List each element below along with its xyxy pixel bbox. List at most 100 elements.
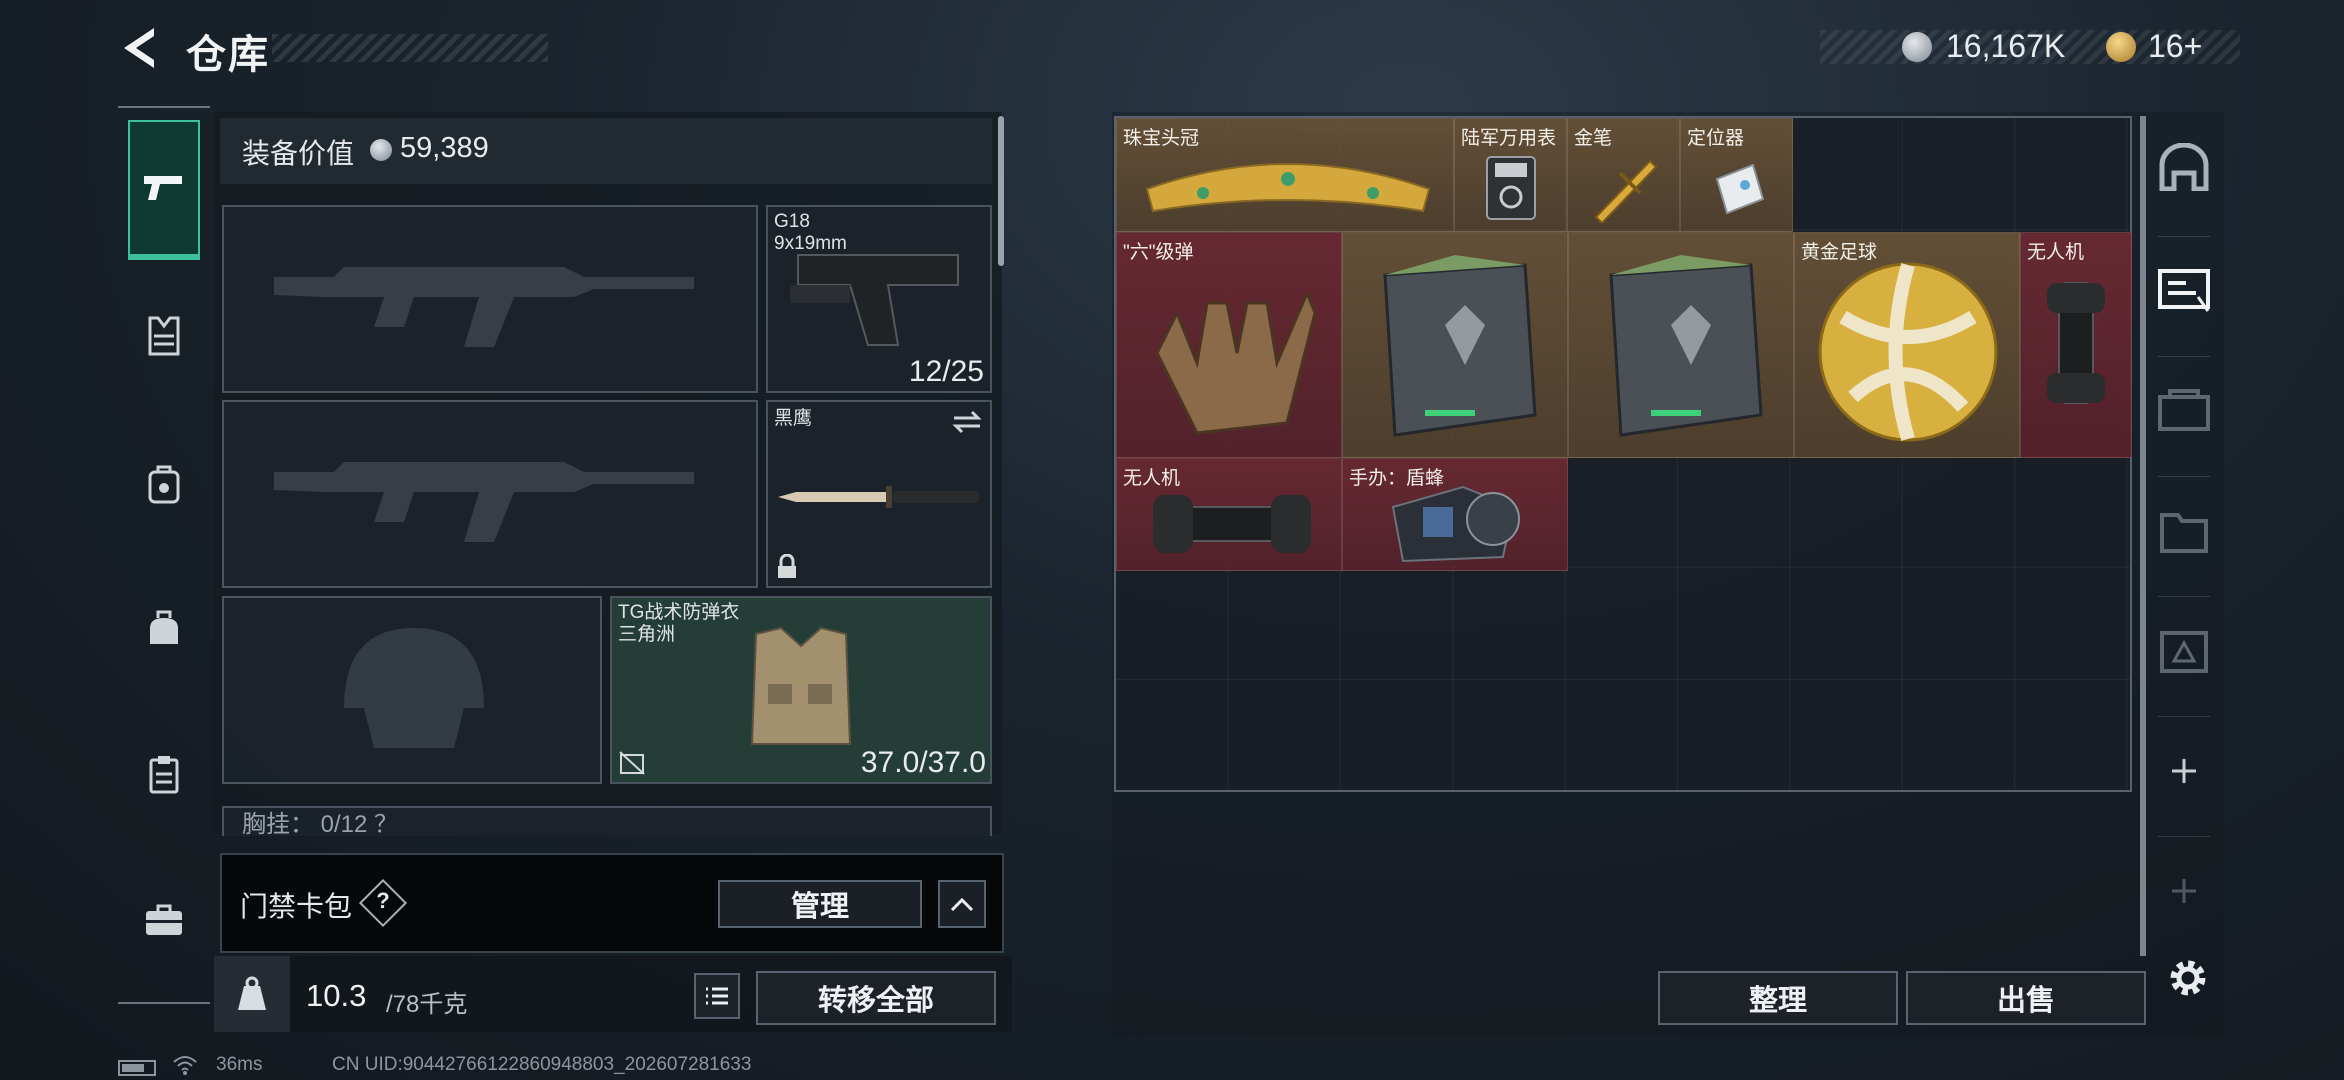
storage-tab-4[interactable] [2142, 476, 2226, 586]
stash-grid: 珠宝头冠 陆军万用表 金笔 定位器 "六"级弹 黄金足球 无人机 无人机 手办：… [1114, 116, 2132, 792]
kit-icon [2160, 631, 2208, 673]
folder-icon [2160, 513, 2208, 553]
lock-icon [778, 554, 796, 578]
stash-item[interactable]: 无人机 [2020, 232, 2132, 458]
wifi-icon [173, 1056, 197, 1075]
card-icon [2158, 269, 2210, 312]
sidebar-item-weapons[interactable] [128, 120, 200, 260]
uid-text: CN UID:90442766122860948803_202607281633 [332, 1054, 752, 1075]
chest-rig-slot[interactable]: 胸挂： 0/12 ？ [222, 806, 992, 836]
pistol-slot[interactable]: G18 9x19mm 12/25 [766, 205, 992, 393]
title-decoration [272, 34, 548, 62]
storage-tab-main[interactable] [2142, 112, 2226, 222]
sidebar-top-line [118, 106, 210, 108]
weight-capacity: /78千克 [386, 991, 468, 1018]
figure-shield-icon [1391, 485, 1520, 563]
item-label: 无人机 [2027, 242, 2085, 263]
gold-pen-icon [1594, 159, 1658, 223]
item-label: 定位器 [1687, 128, 1745, 149]
helmet-slot[interactable] [222, 596, 602, 784]
sidebar-item-armor[interactable] [128, 268, 200, 404]
equipment-scrollbar[interactable] [998, 116, 1004, 266]
currency-1-amount: 16,167K [1946, 28, 2066, 64]
briefcase-icon [146, 904, 182, 935]
backpack-icon [148, 465, 180, 504]
stash-item[interactable]: 定位器 [1680, 118, 1793, 232]
stash-item[interactable]: 金笔 [1567, 118, 1680, 232]
stash-item[interactable]: 陆军万用表 [1454, 118, 1567, 232]
plus-icon [2172, 879, 2196, 903]
pistol-icon [790, 254, 959, 346]
stash-item[interactable] [1342, 232, 1568, 458]
equipment-value-label: 装备价值 [242, 138, 355, 169]
pistol-icon [144, 176, 182, 200]
storage-tab-5[interactable] [2142, 596, 2226, 706]
currency-2-amount: 16+ [2148, 28, 2203, 64]
armor-sub: 三角洲 [618, 624, 676, 645]
storage-tab-2[interactable] [2142, 236, 2226, 346]
primary-weapon-slot-2[interactable] [222, 400, 758, 588]
silver-coin-icon [370, 139, 392, 161]
item-label: "六"级弹 [1123, 242, 1194, 263]
stash-item[interactable]: 手办：盾蜂 [1342, 458, 1568, 571]
stash-item[interactable]: 珠宝头冠 [1116, 118, 1454, 232]
sort-button[interactable]: 整理 [1658, 971, 1898, 1025]
add-storage-button[interactable] [2142, 716, 2226, 826]
rifle-silhouette-icon [274, 267, 694, 347]
silver-coin-icon [1902, 32, 1932, 62]
drone-part-icon [1153, 495, 1311, 553]
weight-icon-box [214, 956, 290, 1032]
knife-icon [778, 486, 980, 508]
list-view-button[interactable] [694, 973, 740, 1019]
sidebar-item-pouch[interactable] [128, 560, 200, 696]
stash-item[interactable]: 无人机 [1116, 458, 1342, 571]
gold-football-icon [1818, 262, 1998, 442]
swap-icon[interactable] [952, 410, 982, 434]
sidebar-item-backpack[interactable] [128, 416, 200, 552]
collapse-button[interactable] [938, 880, 986, 928]
page-title: 仓库 [186, 33, 270, 77]
item-label: 金笔 [1574, 128, 1613, 149]
sidebar-item-case[interactable] [128, 852, 200, 988]
shaka-hand-icon [1155, 289, 1317, 435]
sell-button[interactable]: 出售 [1906, 971, 2146, 1025]
vest-icon [750, 626, 852, 745]
item-label: 陆军万用表 [1461, 128, 1557, 149]
transfer-all-button[interactable]: 转移全部 [756, 971, 996, 1025]
sidebar-item-safebox[interactable] [128, 706, 200, 842]
supply-crate-icon [1609, 255, 1763, 437]
armor-slot[interactable]: TG战术防弹衣 三角洲 37.0/37.0 [610, 596, 992, 784]
melee-name: 黑鹰 [774, 408, 813, 429]
pistol-name: G18 [774, 211, 810, 232]
ping-text: 36ms [216, 1054, 263, 1075]
armor-icon [148, 316, 180, 356]
rifle-silhouette-icon [274, 462, 694, 542]
back-button[interactable] [118, 24, 162, 72]
settings-button[interactable] [2164, 954, 2212, 1002]
stash-item[interactable] [1568, 232, 1794, 458]
melee-slot[interactable]: 黑鹰 [766, 400, 992, 588]
item-label: 珠宝头冠 [1123, 128, 1200, 149]
helmet-bag-icon [150, 610, 178, 644]
tiara-icon [1145, 163, 1431, 213]
safe-icon [2159, 143, 2209, 191]
manage-button[interactable]: 管理 [718, 880, 922, 928]
pistol-ammo: 12/25 [908, 355, 984, 388]
armor-durability: 37.0/37.0 [860, 746, 986, 779]
weight-current: 10.3 [306, 978, 367, 1013]
gear-case-icon [2158, 389, 2210, 431]
gold-coin-icon [2106, 32, 2136, 62]
armor-name: TG战术防弹衣 [618, 602, 740, 623]
storage-tab-3[interactable] [2142, 356, 2226, 466]
stash-item[interactable]: 黄金足球 [1794, 232, 2020, 458]
back-arrow-icon [124, 28, 154, 68]
weight-icon [238, 976, 266, 1010]
multimeter-icon [1486, 156, 1536, 220]
locator-icon [1715, 163, 1765, 215]
add-storage-button-disabled [2142, 836, 2226, 946]
primary-weapon-slot-1[interactable] [222, 205, 758, 393]
stash-item[interactable]: "六"级弹 [1116, 232, 1342, 458]
left-sidebar [118, 106, 210, 1006]
chevron-up-icon [950, 897, 974, 912]
battery-icon [118, 1060, 156, 1076]
